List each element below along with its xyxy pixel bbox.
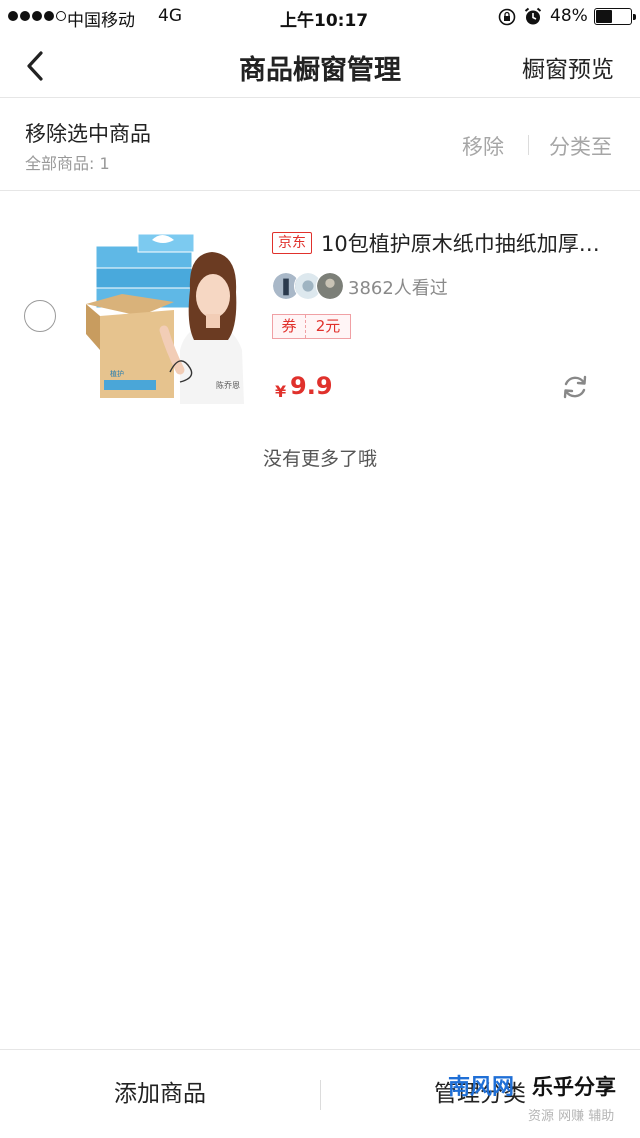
viewer-count: 3862人看过 (348, 278, 448, 299)
remove-button[interactable]: 移除 (462, 131, 504, 161)
price-currency-symbol: ¥ (275, 382, 287, 401)
product-image[interactable]: 植护 陈乔恩 (82, 230, 256, 404)
showcase-preview-button[interactable]: 橱窗预览 (522, 50, 614, 84)
shop-source-badge: 京东 (272, 232, 312, 254)
total-products-count: 全部商品: 1 (25, 154, 110, 173)
status-bar: 中国移动 4G 上午10:17 48% (0, 0, 640, 34)
action-divider (528, 135, 529, 155)
select-product-radio[interactable] (24, 300, 56, 332)
alarm-icon (524, 7, 542, 25)
carrier-name: 中国移动 (67, 11, 135, 31)
selection-action-bar: 移除选中商品 全部商品: 1 移除 分类至 (0, 99, 640, 191)
coupon-badge: 券 2元 (272, 314, 351, 339)
status-time: 上午10:17 (280, 11, 369, 31)
svg-text:资源 网赚 辅助: 资源 网赚 辅助 (528, 1108, 614, 1124)
avatar (316, 272, 344, 300)
no-more-items-text: 没有更多了哦 (262, 448, 377, 470)
product-price: 9.9 (290, 372, 333, 400)
add-product-button[interactable]: 添加商品 (0, 1050, 320, 1138)
battery-percentage: 48% (550, 6, 588, 26)
network-type: 4G (158, 6, 182, 26)
refresh-icon[interactable] (561, 373, 589, 401)
product-title[interactable]: 10包植护原木纸巾抽纸加厚… (321, 228, 617, 258)
rotation-lock-icon (498, 8, 516, 26)
signal-strength-icon (8, 11, 66, 21)
navigation-bar: 商品橱窗管理 橱窗预览 (0, 34, 640, 98)
battery-icon (594, 8, 636, 25)
svg-text:乐乎分享: 乐乎分享 (532, 1075, 616, 1099)
remove-selected-title: 移除选中商品 (25, 122, 151, 146)
site-watermark-logo: 南风网 乐乎分享 资源 网赚 辅助 (448, 1075, 616, 1124)
svg-text:植护: 植护 (110, 369, 124, 378)
battery-level (596, 10, 612, 23)
coupon-label: 券 (273, 315, 306, 338)
product-list-item[interactable]: 植护 陈乔恩 京东 10包植护原木纸巾抽纸加厚… 3862人看过 券 2元 ¥ … (0, 192, 640, 422)
move-to-category-button[interactable]: 分类至 (549, 131, 612, 161)
back-arrow-icon[interactable] (22, 48, 48, 84)
svg-text:陈乔恩: 陈乔恩 (216, 380, 240, 390)
svg-text:南风网: 南风网 (448, 1075, 514, 1100)
coupon-value: 2元 (315, 317, 341, 335)
viewer-avatars (272, 272, 344, 300)
